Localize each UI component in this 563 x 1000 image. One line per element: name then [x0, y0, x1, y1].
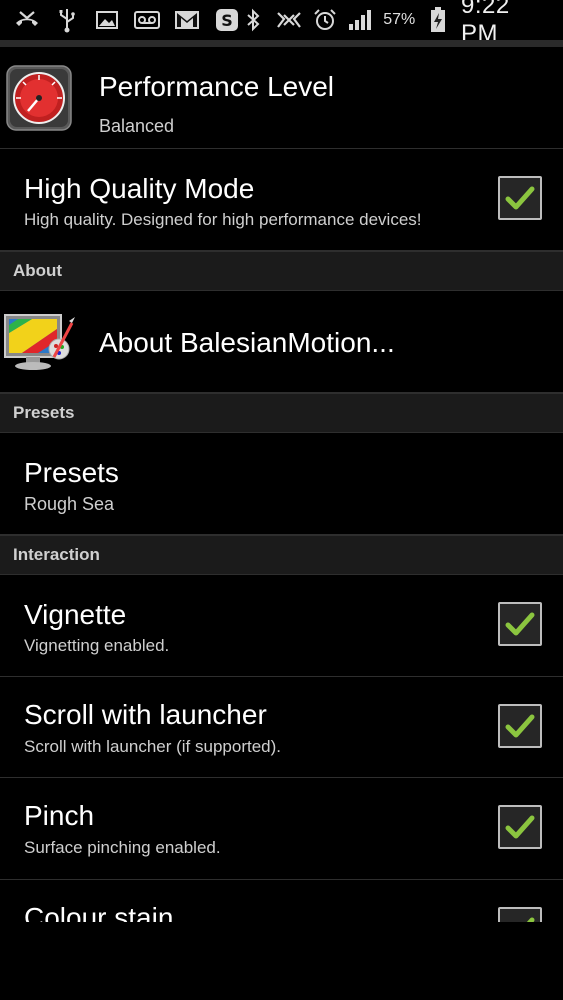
vignette-row[interactable]: Vignette Vignetting enabled. [0, 575, 563, 677]
presets-header-label: Presets [13, 403, 75, 422]
battery-charging-icon [425, 7, 451, 33]
checkmark-icon [505, 714, 535, 738]
checkmark-icon [505, 815, 535, 839]
about-header-label: About [13, 261, 63, 280]
image-icon [94, 7, 120, 33]
status-bar: S 57% 9:22 PM [0, 0, 563, 47]
interaction-section-header: Interaction [0, 535, 563, 575]
bottom-area [0, 922, 563, 1000]
about-section-header: About [0, 251, 563, 291]
speedometer-icon [6, 65, 72, 136]
signal-icon [348, 7, 374, 33]
vignette-checkbox[interactable] [498, 602, 542, 646]
pinch-subtitle: Surface pinching enabled. [24, 838, 221, 857]
scroll-with-launcher-row[interactable]: Scroll with launcher Scroll with launche… [0, 677, 563, 778]
presets-value: Rough Sea [24, 494, 115, 514]
vignette-subtitle: Vignetting enabled. [24, 636, 170, 655]
presets-row[interactable]: Presets Rough Sea [0, 433, 563, 535]
colour-stain-title: Colour stain [24, 902, 174, 922]
presets-section-header: Presets [0, 393, 563, 433]
scroll-with-launcher-title: Scroll with launcher [24, 699, 267, 730]
about-row[interactable]: About BalesianMotion... [0, 291, 563, 393]
performance-level-value: Balanced [99, 116, 175, 136]
checkmark-icon [505, 186, 535, 210]
colour-stain-row[interactable]: Colour stain [0, 880, 563, 922]
settings-list[interactable]: Performance Level Balanced High Quality … [0, 40, 563, 922]
scroll-with-launcher-checkbox[interactable] [498, 704, 542, 748]
interaction-header-label: Interaction [13, 545, 100, 564]
voicemail-icon [134, 7, 160, 33]
presets-title: Presets [24, 457, 119, 488]
top-strip [0, 40, 563, 47]
high-quality-mode-title: High Quality Mode [24, 173, 255, 204]
about-title: About BalesianMotion... [99, 327, 395, 358]
nfc-icon [276, 7, 302, 33]
high-quality-mode-row[interactable]: High Quality Mode High quality. Designed… [0, 149, 563, 251]
pinch-checkbox[interactable] [498, 805, 542, 849]
skype-icon: S [214, 7, 240, 33]
alarm-icon [312, 7, 338, 33]
scroll-with-launcher-subtitle: Scroll with launcher (if supported). [24, 737, 282, 756]
high-quality-mode-checkbox[interactable] [498, 176, 542, 220]
pinch-row[interactable]: Pinch Surface pinching enabled. [0, 778, 563, 880]
gmail-icon [174, 7, 200, 33]
performance-level-row[interactable]: Performance Level Balanced [0, 47, 563, 149]
bluetooth-icon [240, 7, 266, 33]
battery-percent: 57% [383, 11, 416, 28]
usb-icon [54, 7, 80, 33]
monitor-paint-icon [2, 309, 76, 378]
performance-level-title: Performance Level [99, 71, 335, 102]
checkmark-icon [505, 612, 535, 636]
missed-call-icon [14, 7, 40, 33]
colour-stain-checkbox[interactable] [498, 907, 542, 922]
high-quality-mode-subtitle: High quality. Designed for high performa… [24, 210, 422, 229]
svg-text:S: S [221, 11, 233, 30]
vignette-title: Vignette [24, 599, 127, 630]
pinch-title: Pinch [24, 800, 95, 831]
